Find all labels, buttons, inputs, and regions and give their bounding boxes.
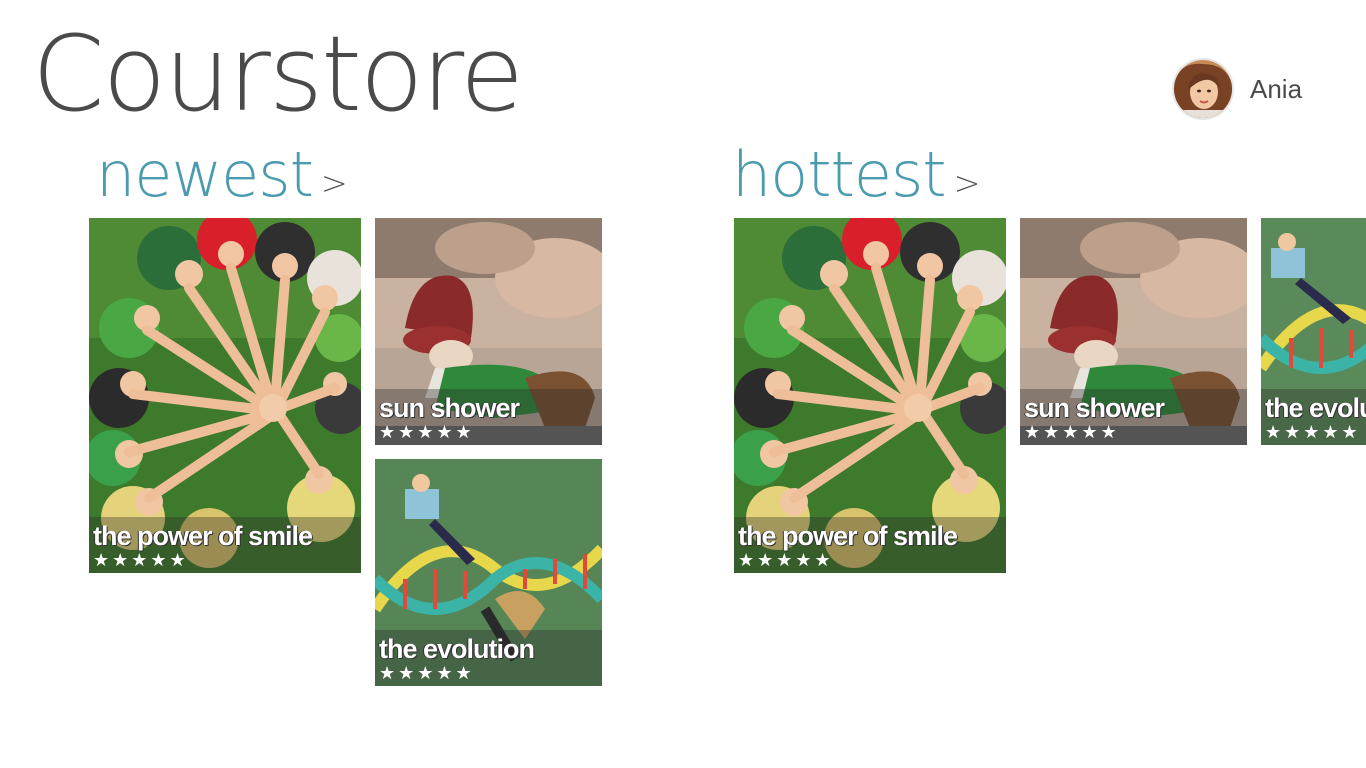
tile-title: the evolution — [1265, 393, 1366, 423]
tile-title: the power of smile — [738, 521, 958, 551]
chevron-right-icon[interactable]: > — [954, 167, 981, 199]
tile-caption: sun shower ★★★★★ — [1020, 389, 1247, 445]
user-name[interactable]: Ania — [1250, 74, 1302, 105]
course-tile-sun-shower[interactable]: sun shower ★★★★★ — [1020, 218, 1247, 445]
section-newest-header[interactable]: newest > — [96, 140, 348, 210]
rating-stars: ★★★★★ — [1024, 422, 1120, 443]
tile-title: sun shower — [379, 393, 520, 423]
tile-title: the power of smile — [93, 521, 313, 551]
tile-caption: the evolution ★★★★★ — [375, 630, 602, 686]
rating-stars: ★★★★★ — [93, 550, 189, 571]
rating-stars: ★★★★★ — [379, 422, 475, 443]
tile-title: sun shower — [1024, 393, 1165, 423]
section-newest-title[interactable]: newest — [96, 144, 314, 206]
tile-title: the evolution — [379, 634, 535, 664]
user-account[interactable]: Ania — [1172, 56, 1302, 122]
course-tile-evolution[interactable]: the evolution ★★★★★ — [375, 459, 602, 686]
app-page: Courstore Ania newest > the power of smi… — [0, 0, 1366, 768]
course-tile-sun-shower[interactable]: sun shower ★★★★★ — [375, 218, 602, 445]
tile-caption: the power of smile ★★★★★ — [89, 517, 361, 573]
chevron-right-icon[interactable]: > — [321, 167, 348, 199]
course-tile-power-of-smile[interactable]: the power of smile ★★★★★ — [89, 218, 361, 573]
rating-stars: ★★★★★ — [738, 550, 834, 571]
section-hottest-header[interactable]: hottest > — [732, 140, 981, 210]
tile-caption: the power of smile ★★★★★ — [734, 517, 1006, 573]
tile-caption: the evolution ★★★★★ — [1261, 389, 1366, 445]
user-avatar[interactable] — [1172, 58, 1234, 120]
section-hottest-title[interactable]: hottest — [732, 144, 947, 206]
tile-caption: sun shower ★★★★★ — [375, 389, 602, 445]
rating-stars: ★★★★★ — [379, 663, 475, 684]
rating-stars: ★★★★★ — [1265, 422, 1361, 443]
course-tile-power-of-smile[interactable]: the power of smile ★★★★★ — [734, 218, 1006, 573]
course-tile-evolution[interactable]: the evolution ★★★★★ — [1261, 218, 1366, 445]
app-title: Courstore — [32, 13, 524, 135]
